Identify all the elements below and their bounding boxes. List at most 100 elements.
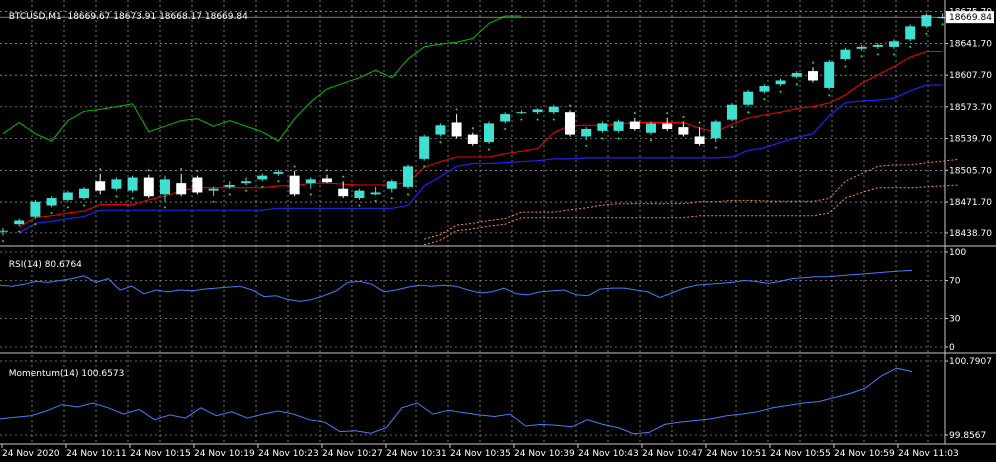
sar-dot [536,118,539,121]
candle-body [160,179,170,195]
candle-body [548,106,559,113]
sar-dot [147,169,150,172]
candle-body [775,80,786,85]
candle-body [0,230,8,232]
indicator-tick-label: 100 [949,248,966,258]
price-tick-label: 18505.70 [949,166,992,176]
candle-body [905,26,916,40]
sar-dot [714,146,717,149]
sar-dot [293,165,296,168]
sar-dot [650,139,652,142]
sar-dot [342,175,345,178]
indicator-tick-label: 0 [949,343,955,353]
sar-dot [666,112,669,115]
candle-body [305,179,316,184]
candle-body [386,181,397,189]
sar-dot [131,197,134,200]
momentum-header: Momentum(14) 100.6573 [3,359,125,379]
candle-body [370,192,381,195]
price-tick-label: 18438.70 [949,229,992,239]
momentum-line [0,367,913,435]
candle-body [241,181,251,184]
candle-body [759,86,770,92]
sar-dot [520,118,523,121]
sar-dot [828,94,831,97]
sar-dot [941,23,944,26]
time-tick-label: 24 Nov 10:19 [194,449,255,459]
sar-dot [374,199,377,202]
candle-body [289,175,300,195]
sar-dot [488,148,490,151]
time-tick-label: 24 Nov 10:51 [706,449,767,459]
tenkan-line [18,51,943,228]
sar-dot [763,98,766,101]
sar-dot [309,193,312,196]
sar-dot [99,168,102,171]
sar-dot [245,189,247,192]
candle-body [257,175,268,180]
sar-dot [812,61,814,64]
candle-body [710,121,721,139]
sar-dot [212,200,215,203]
price-tick-label: 18471.70 [949,198,992,208]
candle-body [856,46,867,49]
candle-body [62,192,73,200]
candle-body [694,136,705,144]
sar-dot [83,204,85,207]
senkou-span-b [424,184,959,246]
candle-body [629,121,640,129]
sar-dot [747,111,750,114]
sar-dot [164,206,166,209]
sar-dot [552,118,555,121]
time-tick-label: 24 Nov 10:27 [322,449,383,459]
chikou-span [2,15,522,142]
sar-dot [277,180,280,183]
sar-dot [180,168,183,171]
candle-body [224,185,235,187]
time-tick-label: 24 Nov 10:11 [66,449,127,459]
candle-body [889,41,899,47]
senkou-span-a [424,158,959,240]
candle-body [824,61,835,88]
sar-dot [925,32,928,35]
indicator-tick-label: 70 [949,277,961,287]
trading-chart[interactable]: 18675.7018641.7018607.7018573.7018539.70… [0,0,996,462]
candle-body [95,181,106,191]
candle-body [14,220,25,225]
sar-dot [633,112,636,115]
candle-body [678,127,689,135]
time-tick-label: 24 Nov 10:15 [130,449,191,459]
candle-body [872,45,883,47]
sar-dot [585,144,588,147]
sar-dot [698,121,701,124]
candle-body [451,122,462,137]
sar-dot [228,193,231,196]
candle-body [46,198,57,206]
candle-body [516,112,527,114]
candle-body [208,188,219,191]
sar-dot [358,204,361,207]
candle-body [613,121,624,131]
candle-body [419,136,430,159]
price-tick-label: 18539.70 [949,135,992,145]
sar-dot [617,137,620,140]
sar-dot [390,197,393,200]
sar-dot [455,108,458,111]
time-tick-label: 24 Nov 10:55 [770,449,831,459]
momentum-pane[interactable] [0,367,913,435]
rsi-pane[interactable] [0,269,913,302]
candle-body [500,114,511,122]
sar-dot [439,141,442,144]
time-tick-label: 24 Nov 10:39 [514,449,575,459]
sar-dot [261,185,264,188]
price-pane[interactable] [0,13,959,246]
candle-body [338,188,349,197]
sar-dot [34,223,37,226]
candle-body [791,73,802,77]
candle-body [484,123,494,143]
sar-dot [731,126,733,129]
candle-body [354,190,365,199]
sar-dot [844,65,847,68]
candle-body [322,178,332,183]
candle-body [111,179,122,189]
